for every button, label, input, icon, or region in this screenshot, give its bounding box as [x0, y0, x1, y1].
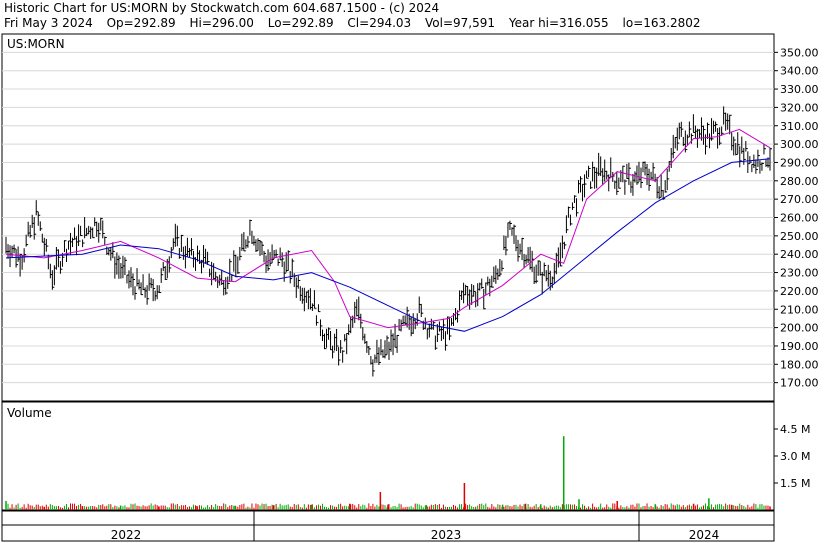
moving-averages: [5, 128, 771, 332]
ma-short-line: [5, 128, 771, 329]
price-tick-label: 270.00: [780, 193, 819, 206]
price-tick-label: 210.00: [780, 303, 819, 316]
price-tick-label: 260.00: [780, 212, 819, 225]
price-tick-label: 330.00: [780, 83, 819, 96]
volume-panel-frame: [1, 401, 775, 511]
volume-panel: Volume 4.5 M 3.0 M 1.5 M: [1, 401, 810, 511]
price-tick-label: 190.00: [780, 340, 819, 353]
volume-panel-label: Volume: [7, 406, 52, 420]
price-tick-label: 220.00: [780, 285, 819, 298]
price-grid: [2, 51, 774, 384]
stock-chart: US:MORN 350.00 340.00 330.00 320.00 310.00 30…: [1, 33, 819, 542]
price-tick-label: 350.00: [780, 46, 819, 59]
price-tick-label: 200.00: [780, 322, 819, 335]
price-tick-label: 250.00: [780, 230, 819, 243]
x-label-2024: 2024: [689, 528, 720, 542]
price-tick-label: 310.00: [780, 120, 819, 133]
ma-long-line: [5, 158, 771, 332]
volume-tick-label: 3.0 M: [780, 450, 810, 463]
price-tick-label: 300.00: [780, 138, 819, 151]
volume-bars: [5, 436, 771, 510]
price-panel-label: US:MORN: [7, 37, 65, 51]
price-tick-label: 170.00: [780, 377, 819, 390]
price-tick-label: 230.00: [780, 267, 819, 280]
price-axis: 350.00 340.00 330.00 320.00 310.00 300.00 290.…: [774, 46, 819, 390]
volume-tick-label: 1.5 M: [780, 477, 810, 490]
price-tick-label: 320.00: [780, 101, 819, 114]
price-tick-label: 180.00: [780, 358, 819, 371]
price-tick-label: 280.00: [780, 175, 819, 188]
volume-tick-label: 4.5 M: [780, 423, 810, 436]
price-tick-label: 240.00: [780, 248, 819, 261]
price-panel: US:MORN 350.00 340.00 330.00 320.00 310.00 30…: [1, 33, 819, 402]
volume-axis: 4.5 M 3.0 M 1.5 M: [774, 423, 810, 490]
date-axis: 2022 2023 2024: [1, 510, 775, 542]
x-label-2022: 2022: [111, 528, 142, 542]
price-tick-label: 290.00: [780, 156, 819, 169]
price-tick-label: 340.00: [780, 65, 819, 78]
x-label-2023: 2023: [431, 528, 462, 542]
